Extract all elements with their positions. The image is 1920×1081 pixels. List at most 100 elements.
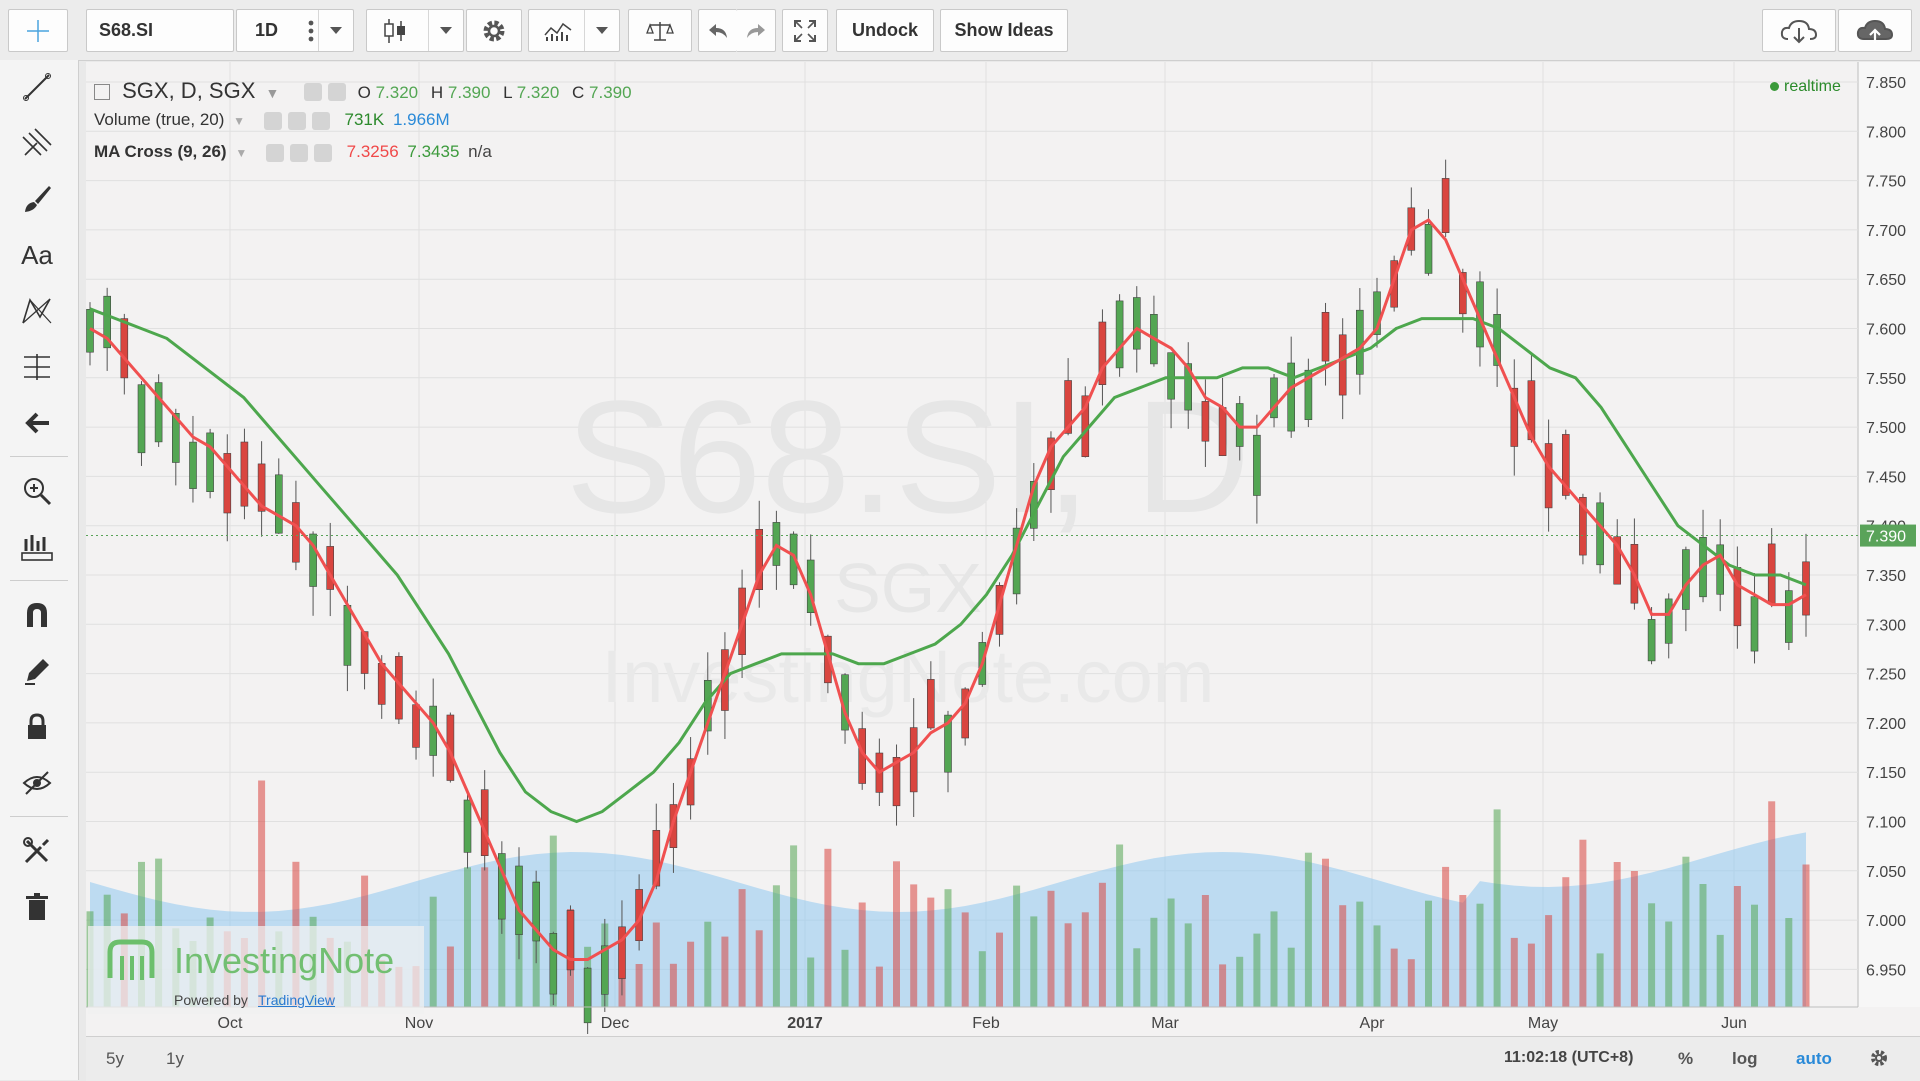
price-chart[interactable]: S68.SI, DSGX InvestingNote.com 7.850 7.800 7…: [86, 62, 1920, 1034]
settings-icon[interactable]: [289, 143, 308, 162]
candle-body: [1287, 362, 1295, 432]
chart-type-button[interactable]: [366, 9, 464, 52]
volume-bar: [1253, 933, 1261, 1007]
magnet-tool[interactable]: [8, 592, 66, 638]
price-tick-label: 7.550: [1866, 371, 1906, 388]
candle-body: [1733, 567, 1742, 627]
chevron-down-icon[interactable]: ▼: [233, 114, 245, 128]
volume-bar: [1047, 890, 1055, 1007]
settings-button[interactable]: [466, 9, 522, 52]
volume-bar: [1716, 934, 1724, 1007]
investingnote-logo[interactable]: InvestingNote Powered by TradingView: [88, 926, 424, 1014]
volume-bar: [755, 930, 763, 1007]
volume-bar: [1510, 937, 1518, 1007]
close-icon[interactable]: [311, 111, 330, 130]
trend-line-tool[interactable]: [8, 64, 66, 110]
gear-icon[interactable]: [1868, 1047, 1890, 1069]
compare-button[interactable]: [628, 9, 692, 52]
ruler-tool[interactable]: [8, 524, 66, 570]
candle-body: [1716, 544, 1724, 595]
load-layout-button[interactable]: [1762, 9, 1836, 52]
candle-body: [1750, 596, 1759, 652]
hide-drawings-tool[interactable]: [8, 760, 66, 806]
range-5y-button[interactable]: 5y: [106, 1049, 124, 1069]
zoom-in-icon: [24, 478, 52, 506]
settings-icon[interactable]: [287, 111, 306, 130]
top-toolbar: S68.SI 1D Undock Show Ideas: [0, 0, 1920, 61]
volume-bar: [1013, 885, 1021, 1007]
volume-bar: [652, 922, 660, 1007]
crosshair-tool-button[interactable]: [8, 9, 68, 52]
ruler-icon: [21, 535, 53, 561]
volume-bar: [1630, 871, 1638, 1007]
back-arrow-tool[interactable]: [8, 400, 66, 446]
log-toggle[interactable]: log: [1732, 1049, 1758, 1069]
more-dots-icon: [307, 19, 315, 43]
remove-drawings-tool[interactable]: [8, 884, 66, 930]
candle-body: [926, 679, 935, 729]
magnet-icon: [27, 603, 47, 627]
clock-label: 11:02:18 (UTC+8): [1504, 1049, 1634, 1066]
volume-bar: [1236, 956, 1244, 1007]
time-tick-label: Nov: [405, 1015, 433, 1032]
ma-fast-value: 7.3256: [346, 142, 399, 161]
candle-body: [463, 799, 472, 853]
volume-bar: [1287, 947, 1295, 1007]
watermark-exchange: SGX: [834, 549, 982, 627]
brush-tool[interactable]: [8, 176, 66, 222]
chevron-down-icon[interactable]: ▼: [266, 85, 280, 101]
high-value: 7.390: [447, 83, 491, 102]
interval-select[interactable]: 1D: [236, 9, 354, 52]
chevron-down-icon: [318, 10, 353, 51]
symbol-input[interactable]: S68.SI: [86, 9, 234, 52]
visibility-icon[interactable]: [263, 111, 282, 130]
volume-bar: [875, 966, 883, 1007]
scale-icon: [646, 21, 674, 41]
indicators-button[interactable]: [528, 9, 620, 52]
price-tick-label: 7.050: [1866, 864, 1906, 881]
time-tick-label: May: [1528, 1015, 1558, 1032]
zoom-tool[interactable]: [8, 468, 66, 514]
volume-bar: [841, 949, 849, 1007]
measure-tool[interactable]: [8, 344, 66, 390]
redo-button[interactable]: [736, 9, 776, 52]
volume-bar: [464, 867, 471, 1007]
settings-icon[interactable]: [327, 83, 346, 102]
collapse-legend-icon[interactable]: [94, 84, 110, 101]
candle-body: [583, 967, 592, 1024]
volume-bar: [772, 885, 780, 1007]
undock-button[interactable]: Undock: [836, 9, 934, 52]
candle-body: [909, 727, 918, 793]
volume-bar: [1579, 839, 1587, 1007]
text-tool[interactable]: Aa: [8, 232, 66, 278]
candle-body: [1218, 407, 1227, 457]
pitchfork-tool[interactable]: [8, 120, 66, 166]
close-icon[interactable]: [313, 143, 332, 162]
brush-icon: [25, 186, 51, 212]
volume-bar: [635, 964, 643, 1007]
pattern-tool[interactable]: [8, 288, 66, 334]
undo-button[interactable]: [698, 9, 736, 52]
tradingview-link[interactable]: TradingView: [258, 992, 335, 1008]
save-layout-button[interactable]: [1838, 9, 1912, 52]
volume-bar: [824, 848, 832, 1007]
stay-in-drawing-tool[interactable]: [8, 648, 66, 694]
time-tick-label: 2017: [787, 1015, 823, 1032]
percent-toggle[interactable]: %: [1678, 1049, 1693, 1069]
range-1y-button[interactable]: 1y: [166, 1049, 184, 1069]
drawing-settings-tool[interactable]: [8, 828, 66, 874]
price-tick-label: 7.700: [1866, 223, 1906, 240]
lock-drawings-tool[interactable]: [8, 704, 66, 750]
volume-bar: [446, 946, 454, 1007]
chevron-down-icon[interactable]: ▼: [235, 146, 247, 160]
watermark-site: InvestingNote.com: [602, 635, 1215, 718]
show-ideas-button[interactable]: Show Ideas: [940, 9, 1068, 52]
chart-pane[interactable]: S68.SI, D SGX InvestingNote.com 7.850 7.800 7…: [86, 62, 1920, 1080]
candle-body: [1424, 224, 1433, 274]
visibility-icon[interactable]: [265, 143, 284, 162]
candle-body: [1785, 590, 1793, 643]
visibility-icon[interactable]: [303, 83, 322, 102]
fullscreen-button[interactable]: [782, 9, 828, 52]
volume-bar: [687, 941, 695, 1007]
auto-toggle[interactable]: auto: [1796, 1049, 1832, 1069]
